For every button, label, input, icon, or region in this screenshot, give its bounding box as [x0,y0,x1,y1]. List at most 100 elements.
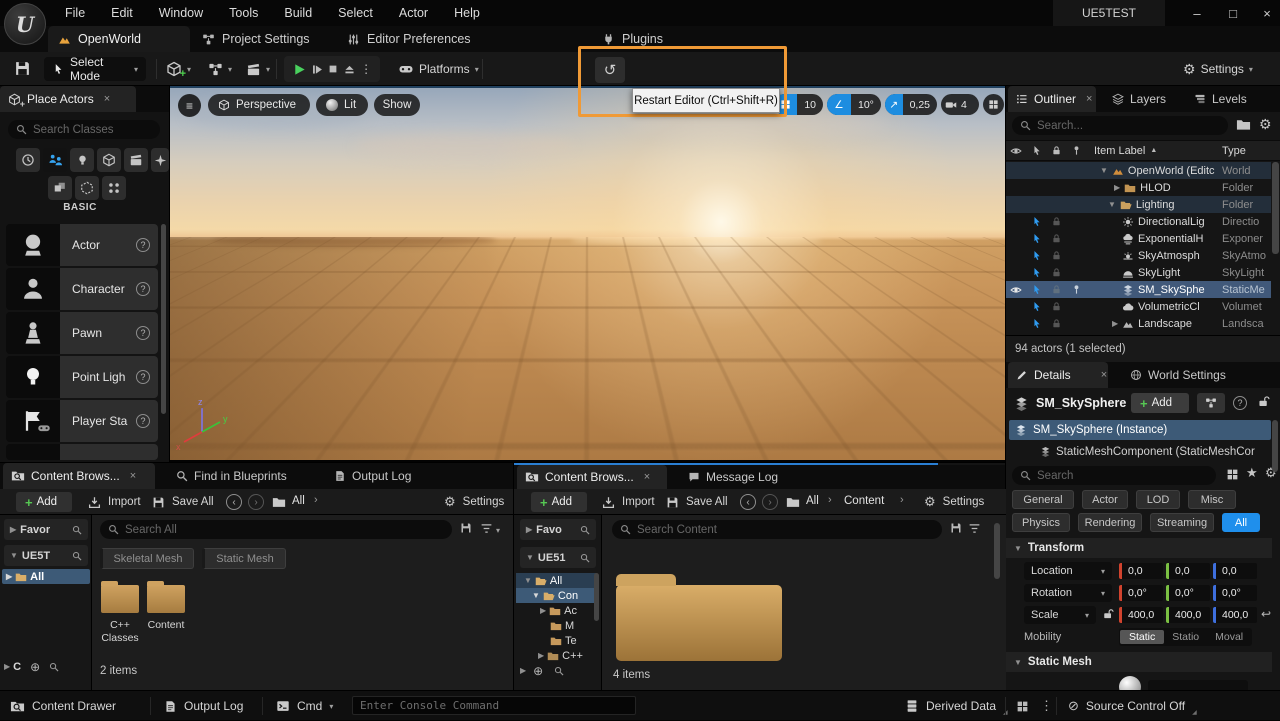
eye-icon[interactable] [1006,284,1026,296]
cb1-search-input[interactable] [125,524,444,536]
tab-layers[interactable]: Layers [1104,86,1174,112]
cursor-column-icon[interactable] [1026,145,1046,156]
transform-section-header[interactable]: ▼ Transform [1006,538,1272,558]
menu-edit[interactable]: Edit [98,6,146,20]
help-icon[interactable]: ? [136,326,150,340]
outliner-row-landscape[interactable]: ▶Landscape Landsca [1006,315,1271,332]
place-item-actor[interactable]: Actor? [6,224,158,266]
outliner-search-input[interactable] [1037,120,1220,132]
cb1-folder-all-selected[interactable]: ▶ All [2,569,90,584]
location-z-field[interactable]: 0,0 [1213,563,1257,579]
component-row-staticmesh[interactable]: StaticMeshComponent (StaticMeshCor [1040,443,1270,460]
place-item-partial[interactable] [6,444,158,460]
filter-physics[interactable]: Physics [1012,513,1070,532]
save-search-icon[interactable] [460,522,472,534]
scale-lock-icon[interactable] [1102,608,1114,620]
menu-file[interactable]: File [52,6,98,20]
progress-grid-button[interactable] [1016,691,1029,721]
cb1-search[interactable] [100,520,452,539]
outliner-row-directionallight[interactable]: DirectionalLig Directio [1006,213,1271,230]
add-collection-icon[interactable]: ⊕ [533,664,543,678]
menu-actor[interactable]: Actor [386,6,441,20]
unreal-logo-icon[interactable]: U [4,3,46,45]
console-command-field[interactable] [352,696,636,715]
maximize-button[interactable]: □ [1218,0,1248,26]
details-scrollbar[interactable] [1272,420,1278,472]
outliner-row-volumetriccloud[interactable]: VolumetricCl Volumet [1006,298,1271,315]
outliner-row-lighting[interactable]: ▼Lighting Folder [1006,196,1271,213]
mobility-stationary[interactable]: Statio [1164,630,1207,644]
create-folder-icon[interactable] [1236,117,1251,132]
place-actors-scrollbar[interactable] [161,224,166,414]
close-icon[interactable]: × [644,471,650,483]
filter-lod[interactable]: LOD [1136,490,1180,509]
mobility-static[interactable]: Static [1120,630,1164,644]
cb2-tree-item[interactable]: M [516,618,596,633]
rotation-dropdown[interactable]: Rotation▾ [1024,584,1112,602]
cb2-project-header[interactable]: ▼UE51 [520,547,596,568]
help-icon[interactable]: ? [136,414,150,428]
goto-cursor-icon[interactable] [1026,250,1046,261]
tab-openworld[interactable]: OpenWorld [48,26,190,52]
cb2-breadcrumb-content[interactable]: Content [844,495,884,507]
favorites-star-icon[interactable]: ★ [1246,465,1258,481]
outliner-row-exponentialheightfog[interactable]: ExponentialH Exponer [1006,230,1271,247]
forward-icon[interactable]: › [248,494,264,510]
search-icon[interactable] [554,666,564,676]
back-icon[interactable]: ‹ [226,494,242,510]
pin-column-icon[interactable] [1066,145,1086,156]
add-actor-button[interactable]: + ▾ [166,52,191,86]
location-dropdown[interactable]: Location▾ [1024,562,1112,580]
cb1-filter-static-mesh[interactable]: Static Mesh [202,548,286,569]
goto-cursor-icon[interactable] [1026,267,1046,278]
cb1-project-header[interactable]: ▼UE5T [4,545,88,566]
scale-z-field[interactable]: 400,0 [1213,607,1257,623]
help-icon[interactable]: ? [1233,396,1247,410]
menu-select[interactable]: Select [325,6,386,20]
search-icon[interactable] [580,525,590,535]
close-icon[interactable]: × [1101,369,1107,381]
expander-icon[interactable]: ▼ [1108,200,1116,209]
place-item-character[interactable]: Character? [6,268,158,310]
location-x-field[interactable]: 0,0 [1119,563,1163,579]
lock-icon[interactable] [1046,216,1066,227]
help-icon[interactable]: ? [136,282,150,296]
expander-icon[interactable]: ▶ [1114,183,1120,192]
filter-misc[interactable]: Misc [1188,490,1236,509]
cb2-favorites-header[interactable]: ▶Favo [520,519,596,540]
add-collection-icon[interactable]: ⊕ [30,660,40,674]
eject-icon[interactable] [343,63,356,76]
cb1-settings-button[interactable]: ⚙Settings [444,489,504,515]
cinematics-button[interactable]: ▾ [246,52,270,86]
search-icon[interactable] [72,525,82,535]
frame-skip-icon[interactable] [311,63,324,76]
menu-tools[interactable]: Tools [216,6,271,20]
place-item-player-start[interactable]: Player Sta? [6,400,158,442]
category-volumes-button[interactable] [75,176,99,200]
search-icon[interactable] [72,551,82,561]
tab-project-settings[interactable]: Project Settings [192,26,320,52]
cb1-add-button[interactable]: +Add [16,492,72,512]
cb2-import-button[interactable]: Import [602,489,655,515]
derived-data-button[interactable]: Derived Data ◢ [905,691,1008,721]
lock-icon[interactable] [1046,301,1066,312]
menu-help[interactable]: Help [441,6,493,20]
lock-icon[interactable] [1046,318,1066,329]
console-command-input[interactable] [360,699,628,712]
cb2-tree-cpp[interactable]: ▶ C++ [516,648,596,663]
outliner-row-hlod[interactable]: ▶HLOD Folder [1006,179,1271,196]
place-item-point-light[interactable]: Point Ligh? [6,356,158,398]
static-mesh-section-header[interactable]: ▼ Static Mesh [1006,652,1272,672]
cb2-collections-header[interactable]: ▶ ⊕ [520,663,596,678]
lock-icon[interactable] [1046,267,1066,278]
more-options-icon[interactable]: ⋮ [360,62,372,76]
statusbar-more-button[interactable]: ⋮ [1040,691,1053,721]
filter-streaming[interactable]: Streaming [1150,513,1214,532]
cb2-breadcrumb-all[interactable]: All [806,495,819,507]
minimize-button[interactable]: – [1182,0,1212,26]
close-icon[interactable]: × [104,93,110,105]
scale-snap-control[interactable]: ↗ 0,25 [885,94,937,115]
unlock-icon[interactable] [1257,395,1270,408]
pin-icon[interactable] [1066,284,1086,295]
outliner-row-skylight[interactable]: SkyLight SkyLight [1006,264,1271,281]
